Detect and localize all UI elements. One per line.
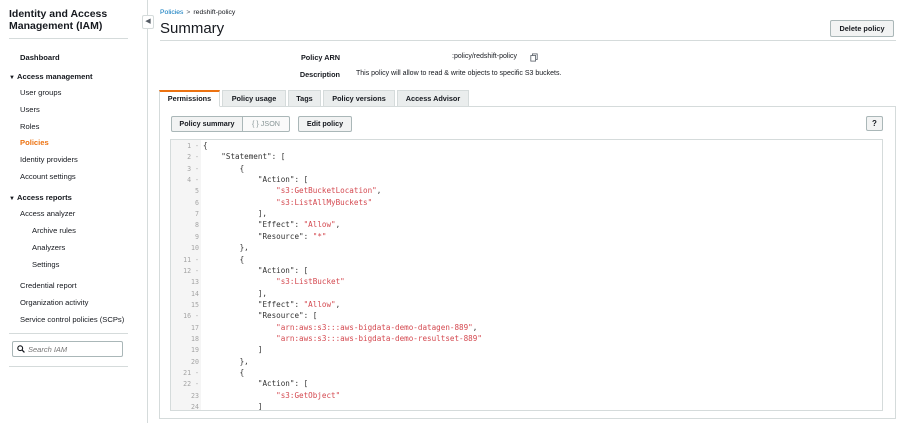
code-line: ] — [203, 402, 263, 411]
code-line: "Action": [ — [257, 379, 309, 389]
sidebar-section-access-management[interactable]: ▼ Access management — [9, 72, 93, 81]
sidebar-title[interactable]: Identity and Access Management (IAM) — [9, 8, 129, 32]
line-number: 21 - — [183, 369, 199, 377]
divider — [9, 333, 128, 334]
line-number: 20 — [191, 357, 199, 366]
description-label: Description — [299, 70, 340, 79]
line-number: 13 — [191, 278, 199, 287]
divider — [160, 40, 896, 41]
line-number: 16 - — [183, 312, 199, 321]
code-line: ] — [203, 345, 263, 355]
help-button[interactable]: ? — [866, 116, 883, 131]
breadcrumb-current: redshift-policy — [193, 9, 236, 16]
line-number: 18 — [191, 334, 199, 343]
sidebar-item-credential-report[interactable]: Credential report — [20, 281, 77, 290]
code-line: "s3:GetObject" — [276, 390, 341, 400]
code-line: { — [203, 141, 208, 150]
policy-arn-label: Policy ARN — [300, 53, 340, 62]
json-button[interactable]: { } JSON — [242, 116, 290, 132]
code-line: "Effect": "Allow", — [257, 220, 341, 230]
line-number: 7 — [195, 210, 199, 219]
sidebar-item-archive-rules[interactable]: Archive rules — [32, 226, 76, 235]
line-number: 14 — [191, 289, 199, 298]
code-line: "Effect": "Allow", — [257, 299, 341, 309]
code-line: "Action": [ — [257, 265, 309, 275]
code-line: { — [203, 163, 245, 173]
line-number: 12 - — [183, 266, 199, 275]
sidebar-item-dashboard[interactable]: Dashboard — [20, 53, 60, 62]
line-number: 6 — [195, 198, 199, 207]
tab-access-advisor[interactable]: Access Advisor — [397, 90, 469, 107]
line-number: 10 — [191, 244, 199, 253]
tab-policy-usage[interactable]: Policy usage — [222, 90, 286, 107]
sidebar-item-users[interactable]: Users — [20, 105, 40, 114]
code-line: ], — [203, 209, 268, 219]
code-line: "Action": [ — [257, 175, 309, 185]
code-line: { — [203, 254, 245, 264]
line-number: 22 - — [183, 380, 199, 389]
caret-down-icon: ▼ — [9, 75, 15, 81]
page-title: Summary — [160, 20, 225, 37]
code-line: "Resource": "*" — [257, 231, 327, 241]
sidebar-item-identity-providers[interactable]: Identity providers — [20, 155, 78, 164]
line-number: 8 — [195, 221, 199, 230]
divider — [9, 38, 128, 39]
line-number: 2 - — [187, 153, 199, 162]
tab-permissions[interactable]: Permissions — [159, 90, 220, 107]
line-number: 4 - — [187, 176, 199, 185]
code-line: "arn:aws:s3:::aws-bigdata-demo-resultset… — [276, 333, 482, 343]
sidebar-section-access-reports[interactable]: ▼ Access reports — [9, 193, 72, 202]
policy-arn-value: :policy/redshift-policy — [452, 53, 517, 60]
line-number: 23 — [191, 391, 199, 400]
description-value: This policy will allow to read & write o… — [356, 70, 562, 77]
code-line: ], — [203, 288, 268, 298]
line-number: 5 — [195, 187, 199, 196]
sidebar-item-access-analyzer[interactable]: Access analyzer — [20, 209, 75, 218]
sidebar-item-policies[interactable]: Policies — [20, 138, 49, 147]
line-number: 17 — [191, 323, 199, 332]
caret-down-icon: ▼ — [9, 196, 15, 202]
breadcrumb-separator: > — [186, 9, 191, 16]
json-code-editor[interactable]: 1 - {2 - "Statement": [ 3 - {4 - "Action":… — [170, 139, 883, 411]
code-line: }, — [203, 243, 249, 253]
line-number: 15 — [191, 300, 199, 309]
line-number: 3 - — [187, 164, 199, 173]
search-input[interactable] — [12, 341, 123, 357]
code-line: "Statement": [ — [221, 152, 286, 162]
code-line: "arn:aws:s3:::aws-bigdata-demo-datagen-8… — [276, 322, 478, 332]
line-number: 9 — [195, 232, 199, 241]
line-number: 24 — [191, 403, 199, 411]
breadcrumb-policies-link[interactable]: Policies — [160, 9, 183, 16]
sidebar-item-scps[interactable]: Service control policies (SCPs) — [20, 315, 124, 324]
sidebar: Identity and Access Management (IAM) Das… — [0, 0, 148, 423]
tab-policy-versions[interactable]: Policy versions — [323, 90, 395, 107]
copy-icon[interactable] — [530, 53, 538, 62]
sidebar-item-user-groups[interactable]: User groups — [20, 88, 61, 97]
tab-tags[interactable]: Tags — [288, 90, 321, 107]
breadcrumb: Policies > redshift-policy — [160, 9, 235, 16]
divider — [9, 366, 128, 367]
sidebar-item-account-settings[interactable]: Account settings — [20, 172, 76, 181]
policy-summary-button[interactable]: Policy summary — [171, 116, 243, 132]
line-number: 1 - — [187, 142, 199, 150]
code-line: "s3:ListBucket" — [276, 277, 345, 287]
code-line: "s3:ListAllMyBuckets" — [276, 197, 373, 207]
sidebar-item-settings[interactable]: Settings — [32, 260, 59, 269]
delete-policy-button[interactable]: Delete policy — [830, 20, 894, 37]
code-line: "Resource": [ — [257, 311, 318, 321]
search-icon — [17, 345, 25, 353]
collapse-sidebar-button[interactable]: ◀ — [142, 15, 154, 29]
sidebar-item-organization-activity[interactable]: Organization activity — [20, 298, 88, 307]
code-line: { — [203, 368, 245, 377]
code-line: "s3:GetBucketLocation", — [276, 186, 382, 196]
code-line: }, — [203, 356, 249, 366]
line-number: 11 - — [183, 255, 199, 264]
line-number: 19 — [191, 346, 199, 355]
sidebar-item-roles[interactable]: Roles — [20, 122, 39, 131]
sidebar-item-analyzers[interactable]: Analyzers — [32, 243, 65, 252]
edit-policy-button[interactable]: Edit policy — [298, 116, 352, 132]
